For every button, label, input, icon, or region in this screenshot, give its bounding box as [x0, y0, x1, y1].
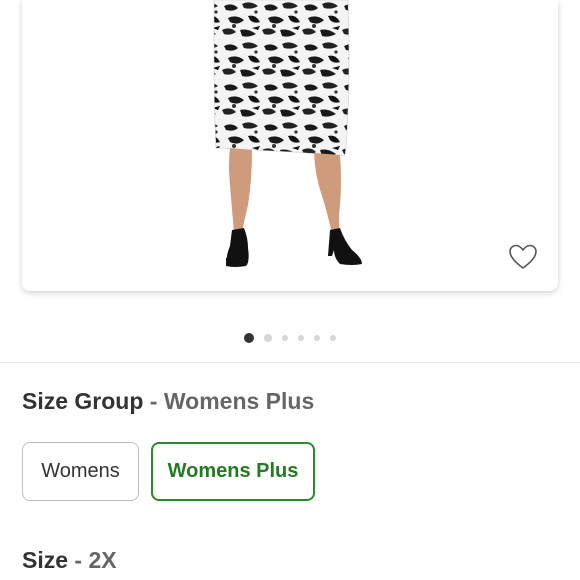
size-separator: - [74, 547, 83, 573]
favorite-button[interactable] [508, 243, 538, 271]
carousel-dot-1[interactable] [244, 333, 254, 343]
section-divider [0, 362, 580, 363]
product-image-card[interactable] [22, 0, 558, 291]
carousel-dot-2[interactable] [264, 334, 272, 342]
size-group-option-womens-plus[interactable]: Womens Plus [151, 442, 315, 501]
product-image [22, 0, 558, 291]
size-group-heading: Size Group - Womens Plus [22, 386, 314, 416]
carousel-dot-5[interactable] [314, 335, 320, 341]
size-group-selected-value: Womens Plus [163, 388, 315, 414]
carousel-dot-4[interactable] [298, 335, 304, 341]
size-selected-value: 2X [88, 547, 117, 573]
carousel-dot-6[interactable] [330, 335, 336, 341]
size-heading: Size - 2X [22, 545, 117, 575]
carousel-dot-3[interactable] [282, 335, 288, 341]
heart-outline-icon [509, 244, 537, 269]
size-group-option-womens[interactable]: Womens [22, 442, 139, 501]
size-group-label: Size Group [22, 388, 144, 414]
carousel-dots [0, 333, 580, 343]
size-group-separator: - [149, 388, 158, 414]
size-label: Size [22, 547, 69, 573]
